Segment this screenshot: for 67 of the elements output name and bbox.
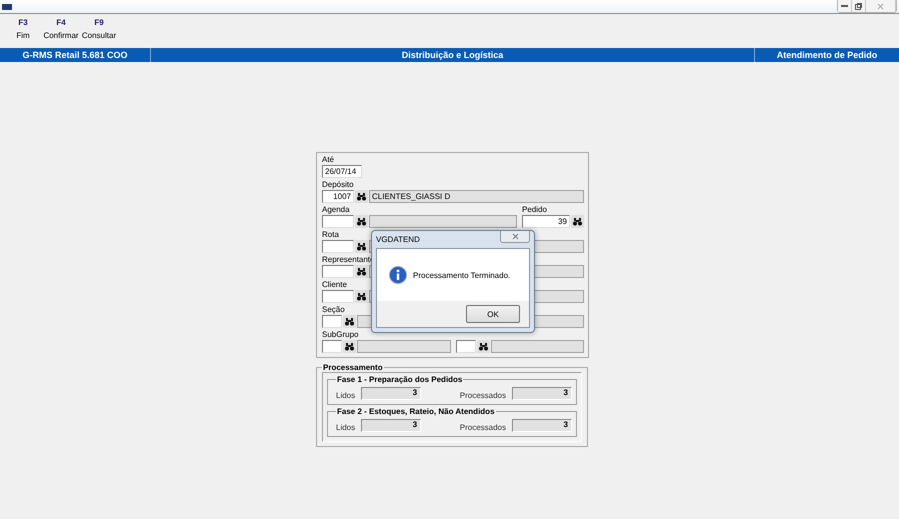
counter-label: Processados [460, 391, 506, 400]
binoculars-icon [357, 268, 366, 276]
phase-title: Fase 2 - Estoques, Rateio, Não Atendidos [336, 407, 496, 416]
binoculars-button[interactable] [355, 265, 368, 278]
code-field[interactable] [322, 240, 354, 253]
toolbar-button[interactable]: F9 Consultar [80, 18, 118, 48]
header-title: G-RMS Retail 5.681 COO [22, 50, 128, 60]
binoculars-icon [357, 292, 366, 300]
code-field[interactable]: 1007 [322, 190, 354, 203]
binoculars-icon [573, 218, 582, 226]
minimize-button[interactable] [838, 0, 852, 12]
binoculars-button[interactable] [355, 190, 368, 203]
code-field[interactable] [322, 290, 354, 303]
counter-label: Lidos [336, 391, 356, 400]
binoculars-icon [478, 342, 488, 350]
binoculars-button[interactable] [476, 340, 490, 353]
binoculars-button[interactable] [355, 215, 368, 228]
field-label: Rota [322, 230, 339, 239]
binoculars-button[interactable] [355, 290, 368, 303]
code-field[interactable] [456, 340, 476, 353]
close-icon [512, 233, 518, 240]
counter-value: 3 [512, 419, 572, 432]
field-label: Até [322, 155, 334, 164]
counter-label: Lidos [336, 423, 356, 432]
binoculars-icon [357, 192, 366, 200]
restore-button[interactable] [852, 0, 866, 12]
binoculars-button[interactable] [571, 215, 584, 228]
date-field[interactable]: 26/07/14 [322, 165, 362, 178]
ok-button[interactable]: OK [466, 305, 520, 323]
field-label: Seção [322, 305, 345, 314]
binoculars-button[interactable] [343, 340, 356, 353]
counter-value: 3 [512, 387, 572, 400]
minimize-icon [841, 4, 848, 8]
field-label: SubGrupo [322, 330, 358, 339]
dialog-title: VGDATEND [376, 235, 420, 244]
phase-title: Fase 1 - Preparação dos Pedidos [336, 375, 464, 384]
close-icon [877, 2, 884, 10]
close-button[interactable] [500, 231, 530, 243]
counter-value: 3 [361, 419, 422, 432]
binoculars-button[interactable] [355, 240, 368, 253]
counter-label: Processados [460, 423, 506, 432]
binoculars-button[interactable] [343, 315, 356, 328]
description-field: CLIENTES_GIASSI D [369, 190, 584, 203]
binoculars-icon [357, 242, 366, 250]
info-icon [389, 266, 407, 284]
app-icon [2, 4, 12, 10]
field-label: Agenda [322, 205, 350, 214]
binoculars-icon [345, 318, 354, 326]
field-label: Depósito [322, 180, 354, 189]
header-title: Distribuição e Logística [402, 50, 504, 60]
field-label: Cliente [322, 280, 347, 289]
dialog-message: Processamento Terminado. [413, 270, 510, 280]
header-title: Atendimento de Pedido [776, 50, 878, 60]
code-field[interactable]: 39 [522, 215, 570, 228]
group-title: Processamento [322, 363, 384, 372]
binoculars-icon [345, 342, 354, 350]
binoculars-icon [357, 218, 366, 226]
toolbar-button[interactable]: F3 Fim [4, 18, 42, 48]
restore-icon [855, 2, 862, 10]
code-field[interactable] [322, 265, 354, 278]
code-field[interactable] [322, 340, 342, 353]
code-field[interactable] [322, 315, 342, 328]
field-label: Pedido [522, 205, 547, 214]
toolbar-button[interactable]: F4 Confirmar [42, 18, 80, 48]
code-field[interactable] [322, 215, 354, 228]
counter-value: 3 [361, 387, 422, 400]
field-label: Representante [322, 255, 374, 264]
